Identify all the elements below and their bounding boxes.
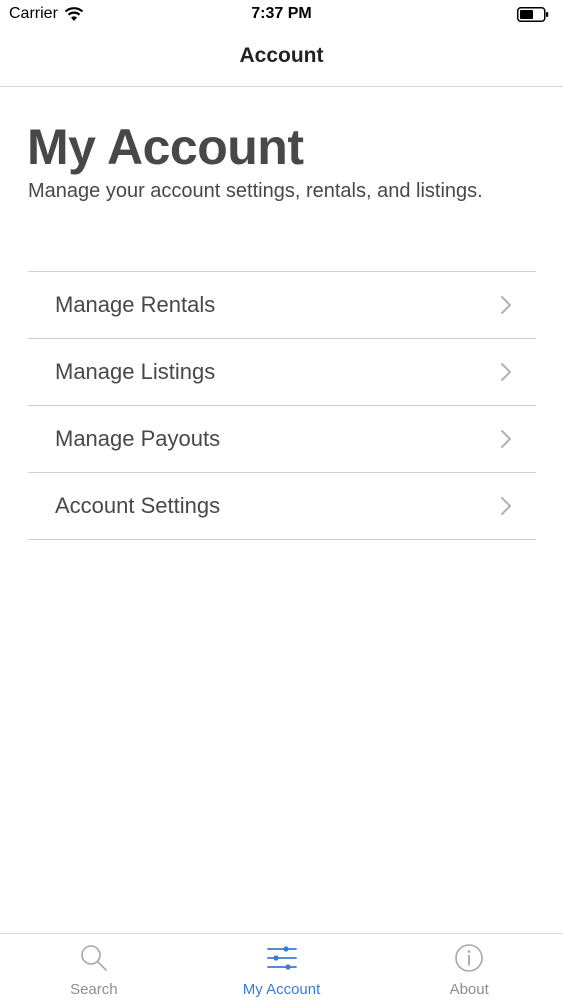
page-title: My Account — [27, 119, 304, 175]
chevron-right-icon — [501, 430, 511, 448]
tab-about[interactable]: About — [375, 934, 563, 1000]
status-bar: Carrier 7:37 PM — [0, 0, 563, 30]
navigation-bar: Account — [0, 30, 563, 87]
menu-item-manage-listings[interactable]: Manage Listings — [28, 339, 536, 406]
menu-item-manage-rentals[interactable]: Manage Rentals — [28, 272, 536, 339]
menu-item-label: Manage Rentals — [55, 292, 216, 317]
battery-icon — [517, 7, 549, 22]
menu-item-manage-payouts[interactable]: Manage Payouts — [28, 406, 536, 473]
tab-label: About — [449, 981, 489, 998]
page-subtitle: Manage your account settings, rentals, a… — [28, 180, 483, 202]
clock: 7:37 PM — [251, 5, 312, 22]
tab-label: My Account — [242, 981, 321, 998]
sliders-icon — [266, 946, 297, 970]
chevron-right-icon — [501, 296, 511, 314]
menu-item-label: Manage Payouts — [55, 426, 221, 451]
tab-search[interactable]: Search — [0, 934, 188, 1000]
tab-bar: Search My Account About — [0, 933, 563, 1000]
menu-item-label: Manage Listings — [55, 359, 216, 384]
chevron-right-icon — [501, 497, 511, 515]
chevron-right-icon — [501, 363, 511, 381]
menu-item-label: Account Settings — [55, 493, 221, 518]
info-icon — [455, 944, 483, 972]
search-icon — [81, 945, 107, 971]
menu-item-account-settings[interactable]: Account Settings — [28, 473, 536, 540]
account-menu: Manage Rentals Manage Listings Manage Pa… — [28, 271, 536, 540]
nav-title: Account — [239, 44, 324, 67]
tab-my-account[interactable]: My Account — [188, 934, 376, 1000]
tab-label: Search — [70, 981, 118, 998]
